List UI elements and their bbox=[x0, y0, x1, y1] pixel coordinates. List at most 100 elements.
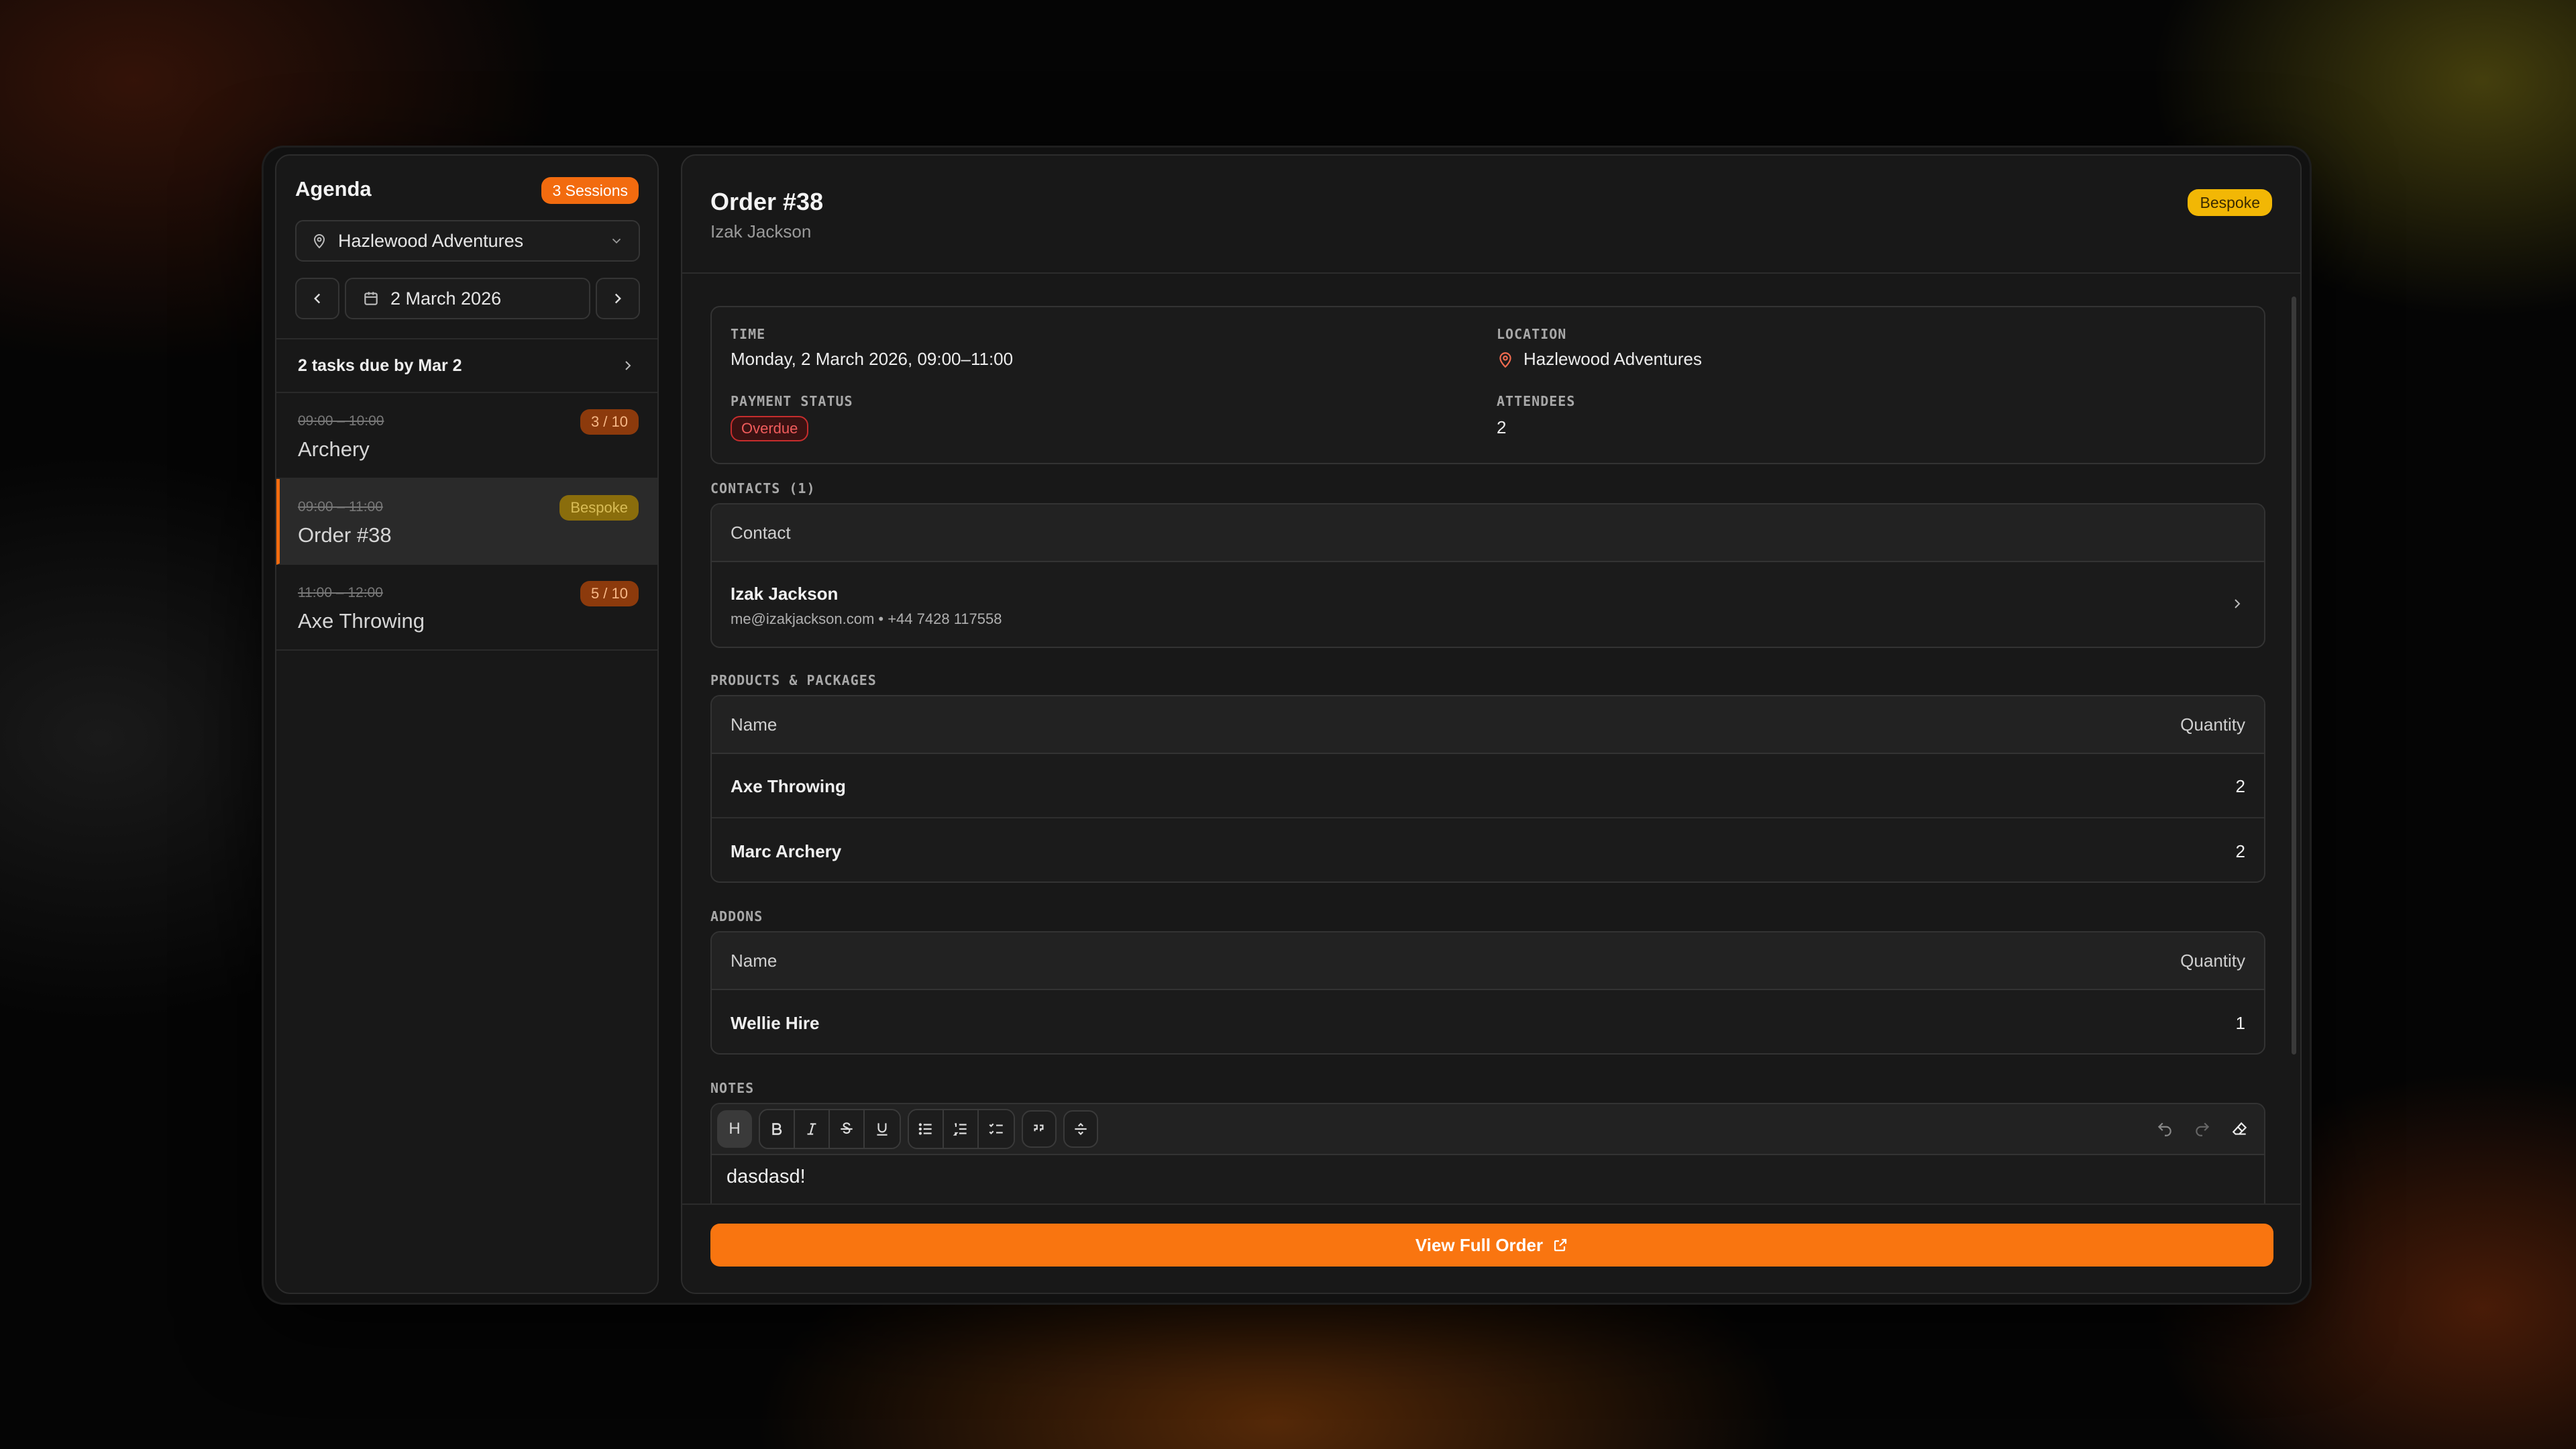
table-row: Marc Archery 2 bbox=[712, 820, 2264, 881]
quantity-column-header: Quantity bbox=[2180, 950, 2245, 971]
session-capacity-badge: 5 / 10 bbox=[580, 581, 639, 606]
session-item-active[interactable]: 09:00 – 11:00 Order #38 Bespoke bbox=[276, 479, 657, 565]
notes-editor: H dasdasd! bbox=[710, 1103, 2265, 1203]
ordered-list-icon bbox=[953, 1123, 967, 1136]
quote-icon bbox=[1034, 1124, 1044, 1132]
addon-name: Wellie Hire bbox=[731, 1012, 820, 1033]
map-pin-icon bbox=[1499, 352, 1511, 368]
order-info-card: TIME Monday, 2 March 2026, 09:00–11:00 L… bbox=[710, 306, 2265, 464]
contact-row[interactable]: Izak Jackson me@izakjackson.com • +44 74… bbox=[712, 564, 2264, 647]
italic-button[interactable] bbox=[795, 1110, 830, 1148]
product-name: Axe Throwing bbox=[731, 775, 846, 796]
contact-column-header: Contact bbox=[731, 522, 791, 543]
session-capacity-badge: 3 / 10 bbox=[580, 409, 639, 435]
product-quantity: 2 bbox=[2235, 775, 2245, 796]
attendees-label: ATTENDEES bbox=[1497, 393, 1576, 409]
clear-formatting-button[interactable] bbox=[2221, 1110, 2259, 1148]
session-item[interactable]: 09:00 – 10:00 Archery 3 / 10 bbox=[276, 393, 657, 479]
scrollbar-thumb[interactable] bbox=[2292, 297, 2296, 1055]
blockquote-button[interactable] bbox=[1022, 1110, 1057, 1148]
time-label: TIME bbox=[731, 326, 766, 342]
redo-button[interactable] bbox=[2184, 1110, 2221, 1148]
time-value: Monday, 2 March 2026, 09:00–11:00 bbox=[731, 349, 1014, 369]
session-bespoke-badge: Bespoke bbox=[559, 495, 639, 521]
location-value: Hazlewood Adventures bbox=[1523, 349, 1702, 369]
order-title: Order #38 bbox=[710, 188, 824, 215]
contacts-card: Contact Izak Jackson me@izakjackson.com … bbox=[710, 503, 2265, 648]
order-detail-scroll-area[interactable]: TIME Monday, 2 March 2026, 09:00–11:00 L… bbox=[682, 275, 2300, 1203]
chevron-right-icon bbox=[2235, 599, 2241, 608]
session-time: 09:00 – 11:00 bbox=[298, 499, 383, 515]
product-quantity: 2 bbox=[2235, 841, 2245, 861]
underline-icon bbox=[877, 1123, 888, 1136]
session-name: Archery bbox=[298, 437, 370, 461]
table-row: Axe Throwing 2 bbox=[712, 755, 2264, 818]
underline-button[interactable] bbox=[865, 1110, 900, 1148]
name-column-header: Name bbox=[731, 950, 777, 971]
session-time: 11:00 – 12:00 bbox=[298, 585, 383, 600]
contacts-header: Contact bbox=[712, 504, 2264, 562]
calendar-icon bbox=[364, 292, 378, 305]
agenda-sidebar: Agenda 3 Sessions Hazlewood Adventures 2… bbox=[275, 154, 659, 1294]
session-time: 09:00 – 10:00 bbox=[298, 413, 384, 429]
undo-button[interactable] bbox=[2146, 1110, 2184, 1148]
chevron-down-icon bbox=[612, 238, 621, 244]
session-name: Order #38 bbox=[298, 523, 392, 547]
location-select[interactable]: Hazlewood Adventures bbox=[295, 220, 640, 262]
bold-button[interactable] bbox=[760, 1110, 795, 1148]
order-customer: Izak Jackson bbox=[710, 221, 812, 241]
products-table-header: Name Quantity bbox=[712, 696, 2264, 754]
sessions-count-badge: 3 Sessions bbox=[541, 177, 639, 204]
attendees-value: 2 bbox=[1497, 417, 1507, 437]
tasks-due-label: 2 tasks due by Mar 2 bbox=[298, 356, 462, 375]
heading-button[interactable]: H bbox=[717, 1110, 752, 1148]
task-list-icon bbox=[989, 1123, 1003, 1135]
name-column-header: Name bbox=[731, 714, 777, 735]
addons-label: ADDONS bbox=[710, 908, 763, 924]
addons-table: Name Quantity Wellie Hire 1 bbox=[710, 931, 2265, 1055]
horizontal-rule-button[interactable] bbox=[1063, 1110, 1098, 1148]
previous-day-button[interactable] bbox=[295, 278, 339, 319]
list-format-group bbox=[908, 1109, 1015, 1149]
session-name: Axe Throwing bbox=[298, 609, 425, 633]
contacts-label: CONTACTS (1) bbox=[710, 480, 816, 496]
external-link-icon bbox=[1554, 1238, 1567, 1252]
products-label: PRODUCTS & PACKAGES bbox=[710, 672, 877, 688]
table-row: Wellie Hire 1 bbox=[712, 991, 2264, 1053]
strikethrough-icon bbox=[841, 1122, 853, 1134]
strikethrough-button[interactable] bbox=[830, 1110, 865, 1148]
chevron-right-icon bbox=[614, 293, 621, 304]
undo-icon bbox=[2157, 1122, 2171, 1136]
next-day-button[interactable] bbox=[596, 278, 640, 319]
notes-text-area[interactable]: dasdasd! bbox=[727, 1166, 806, 1188]
bullet-list-button[interactable] bbox=[909, 1110, 944, 1148]
contact-details: me@izakjackson.com • +44 7428 117558 bbox=[731, 610, 1002, 627]
ordered-list-button[interactable] bbox=[944, 1110, 979, 1148]
chevron-left-icon bbox=[314, 293, 321, 304]
bold-icon bbox=[772, 1123, 782, 1135]
product-name: Marc Archery bbox=[731, 841, 842, 861]
redo-icon bbox=[2196, 1122, 2210, 1136]
italic-icon bbox=[807, 1123, 816, 1135]
view-full-order-button[interactable]: View Full Order bbox=[710, 1224, 2273, 1267]
editor-toolbar: H bbox=[712, 1104, 2264, 1155]
task-list-button[interactable] bbox=[979, 1110, 1014, 1148]
editor-history-controls bbox=[2146, 1110, 2259, 1148]
order-detail-panel: Order #38 Izak Jackson Bespoke TIME Mond… bbox=[681, 154, 2302, 1294]
quantity-column-header: Quantity bbox=[2180, 714, 2245, 735]
horizontal-rule-icon bbox=[1075, 1122, 1087, 1136]
payment-status-label: PAYMENT STATUS bbox=[731, 393, 853, 409]
location-label: LOCATION bbox=[1497, 326, 1567, 342]
order-footer: View Full Order bbox=[682, 1203, 2300, 1293]
app-window: Agenda 3 Sessions Hazlewood Adventures 2… bbox=[264, 148, 2310, 1303]
session-item[interactable]: 11:00 – 12:00 Axe Throwing 5 / 10 bbox=[276, 565, 657, 651]
addon-quantity: 1 bbox=[2235, 1012, 2245, 1033]
chevron-right-icon bbox=[625, 361, 631, 370]
selected-date: 2 March 2026 bbox=[390, 288, 502, 309]
tasks-due-link[interactable]: 2 tasks due by Mar 2 bbox=[276, 338, 657, 393]
contact-name: Izak Jackson bbox=[731, 584, 839, 604]
sidebar-title: Agenda bbox=[295, 177, 372, 201]
date-picker-button[interactable]: 2 March 2026 bbox=[345, 278, 590, 319]
location-value-row: Hazlewood Adventures bbox=[1497, 349, 1702, 370]
bullet-list-icon bbox=[918, 1123, 932, 1135]
